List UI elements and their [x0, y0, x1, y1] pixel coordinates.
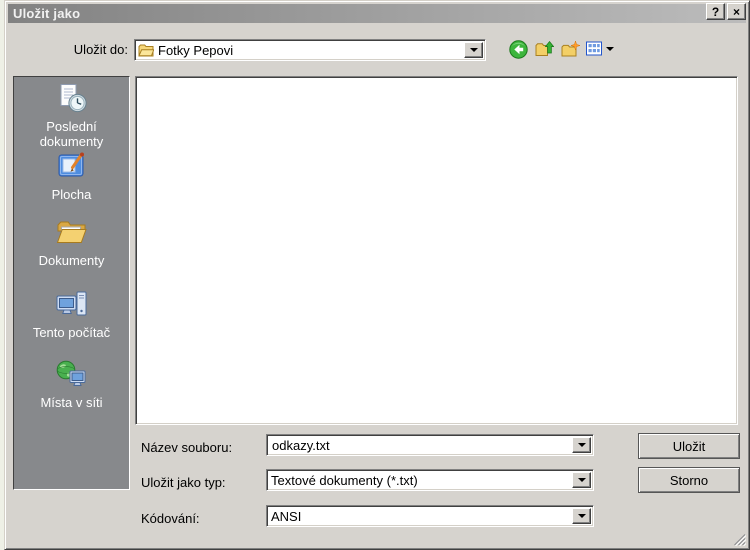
sidebar-item-label: Plocha	[14, 186, 129, 202]
dropdown-arrow-icon	[578, 478, 586, 482]
places-sidebar: Poslední dokumenty Plocha	[13, 76, 130, 490]
file-list[interactable]	[135, 76, 738, 425]
filetype-label: Uložit jako typ:	[141, 475, 226, 490]
save-in-label: Uložit do:	[5, 42, 128, 57]
back-icon	[509, 40, 528, 59]
window-title: Uložit jako	[13, 6, 80, 21]
folder-icon	[135, 43, 154, 57]
new-folder-button[interactable]	[559, 38, 581, 60]
dropdown-arrow-icon	[578, 443, 586, 447]
resize-grip[interactable]	[733, 533, 746, 546]
help-button[interactable]: ?	[706, 3, 725, 20]
sidebar-item-recent-documents[interactable]: Poslední dokumenty	[14, 83, 129, 149]
filename-dropdown-button[interactable]	[572, 437, 591, 453]
save-button[interactable]: Uložit	[638, 433, 740, 459]
sidebar-item-my-computer[interactable]: Tento počítač	[14, 288, 129, 340]
dropdown-arrow-icon	[470, 48, 478, 52]
filetype-combobox[interactable]: Textové dokumenty (*.txt)	[266, 469, 594, 491]
documents-icon	[55, 216, 89, 249]
save-in-dropdown-button[interactable]	[464, 42, 483, 58]
up-one-level-icon	[535, 40, 554, 59]
new-folder-icon	[561, 40, 580, 59]
save-in-combobox[interactable]: Fotky Pepovi	[134, 39, 486, 61]
views-menu-button[interactable]	[585, 38, 615, 60]
sidebar-item-label: Poslední dokumenty	[14, 118, 129, 149]
encoding-label: Kódování:	[141, 511, 200, 526]
dialog-toolbar	[507, 38, 615, 60]
filename-input[interactable]	[269, 437, 571, 453]
save-in-value: Fotky Pepovi	[154, 43, 233, 58]
sidebar-item-network-places[interactable]: Místa v síti	[14, 358, 129, 410]
close-button[interactable]: ×	[727, 3, 746, 20]
filetype-value: Textové dokumenty (*.txt)	[267, 473, 418, 488]
views-dropdown-arrow-icon	[606, 47, 614, 51]
resize-grip-icon	[733, 533, 746, 546]
save-as-dialog: Uložit jako ? × Uložit do: Fotky Pepovi	[4, 0, 750, 550]
network-places-icon	[55, 358, 89, 391]
sidebar-item-label: Dokumenty	[14, 252, 129, 268]
views-icon	[586, 40, 604, 58]
up-one-level-button[interactable]	[533, 38, 555, 60]
cancel-button[interactable]: Storno	[638, 467, 740, 493]
encoding-value: ANSI	[267, 509, 301, 524]
sidebar-item-label: Místa v síti	[14, 394, 129, 410]
sidebar-item-label: Tento počítač	[14, 324, 129, 340]
titlebar[interactable]: Uložit jako	[8, 4, 746, 23]
my-computer-icon	[55, 288, 89, 321]
back-button[interactable]	[507, 38, 529, 60]
recent-documents-icon	[55, 83, 89, 115]
encoding-dropdown-button[interactable]	[572, 508, 591, 524]
filename-combobox[interactable]	[266, 434, 594, 456]
filename-label: Název souboru:	[141, 440, 232, 455]
filetype-dropdown-button[interactable]	[572, 472, 591, 488]
dropdown-arrow-icon	[578, 514, 586, 518]
desktop-icon	[55, 149, 89, 183]
sidebar-item-documents[interactable]: Dokumenty	[14, 216, 129, 268]
encoding-combobox[interactable]: ANSI	[266, 505, 594, 527]
sidebar-item-desktop[interactable]: Plocha	[14, 149, 129, 202]
